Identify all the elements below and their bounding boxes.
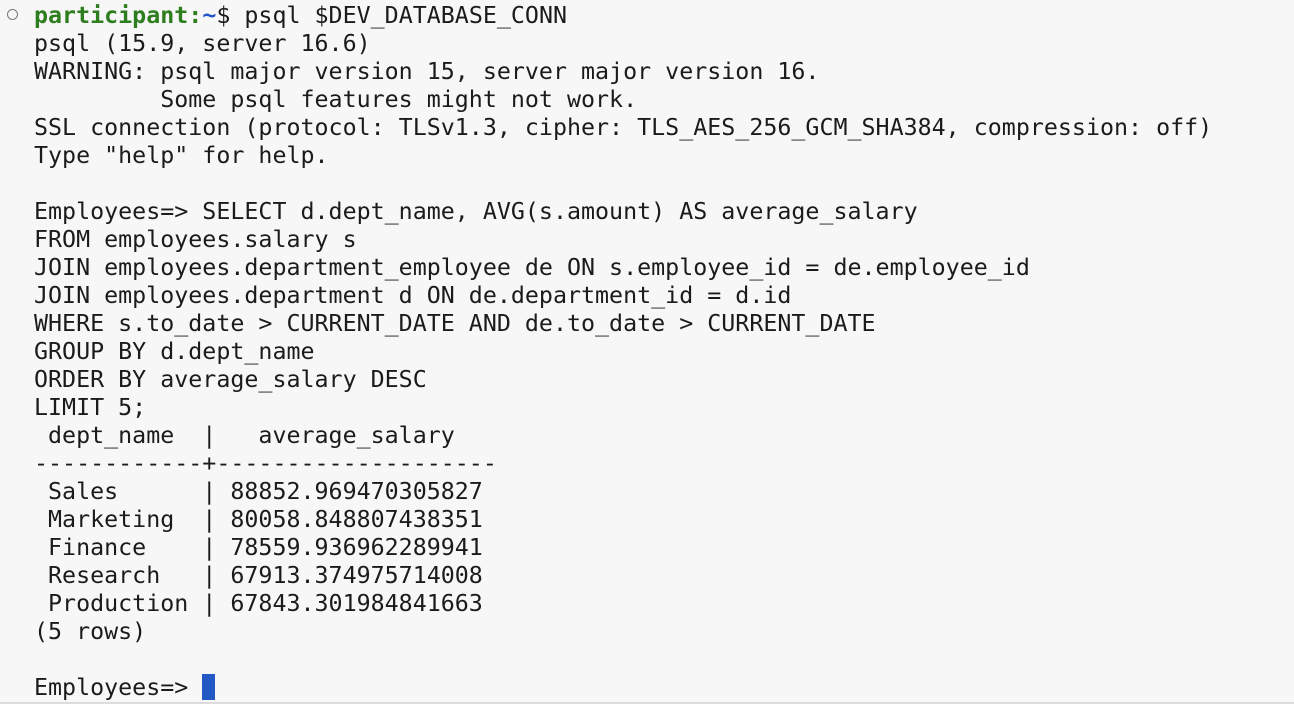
query-line: Employees=> SELECT d.dept_name, AVG(s.am… bbox=[34, 198, 918, 225]
banner-line: psql (15.9, server 16.6) bbox=[34, 30, 371, 57]
query-line: LIMIT 5; bbox=[34, 394, 147, 421]
prompt-symbol: $ bbox=[216, 2, 245, 29]
shell-command: psql $DEV_DATABASE_CONN bbox=[244, 2, 568, 29]
shell-prompt-line: participant:~$ psql $DEV_DATABASE_CONN bbox=[34, 2, 1212, 30]
text-cursor[interactable] bbox=[202, 674, 216, 700]
banner-line: SSL connection (protocol: TLSv1.3, ciphe… bbox=[34, 114, 1213, 141]
result-row: Research | 67913.374975714008 bbox=[34, 562, 483, 589]
psql-prompt: Employees=> bbox=[34, 674, 203, 701]
terminal-output: participant:~$ psql $DEV_DATABASE_CONN p… bbox=[34, 2, 1212, 702]
result-footer: (5 rows) bbox=[34, 618, 147, 645]
result-row: Marketing | 80058.848807438351 bbox=[34, 506, 483, 533]
query-line: GROUP BY d.dept_name bbox=[34, 338, 315, 365]
command-status-icon bbox=[7, 9, 18, 20]
query-line: JOIN employees.department d ON de.depart… bbox=[34, 282, 792, 309]
prompt-cwd: ~ bbox=[202, 2, 217, 29]
result-header: dept_name | average_salary bbox=[34, 422, 455, 449]
query-line: WHERE s.to_date > CURRENT_DATE AND de.to… bbox=[34, 310, 876, 337]
result-separator: ------------+-------------------- bbox=[34, 450, 497, 477]
banner-line: WARNING: psql major version 15, server m… bbox=[34, 58, 820, 85]
banner-line: Type "help" for help. bbox=[34, 142, 329, 169]
psql-prompt-line[interactable]: Employees=> bbox=[34, 674, 1212, 702]
terminal-window[interactable]: participant:~$ psql $DEV_DATABASE_CONN p… bbox=[0, 0, 1294, 704]
result-row: Production | 67843.301984841663 bbox=[34, 590, 483, 617]
result-row: Sales | 88852.969470305827 bbox=[34, 478, 483, 505]
prompt-user: participant: bbox=[34, 2, 203, 29]
query-line: ORDER BY average_salary DESC bbox=[34, 366, 427, 393]
result-row: Finance | 78559.936962289941 bbox=[34, 534, 483, 561]
banner-line: Some psql features might not work. bbox=[34, 86, 638, 113]
query-line: JOIN employees.department_employee de ON… bbox=[34, 254, 1030, 281]
query-line: FROM employees.salary s bbox=[34, 226, 357, 253]
